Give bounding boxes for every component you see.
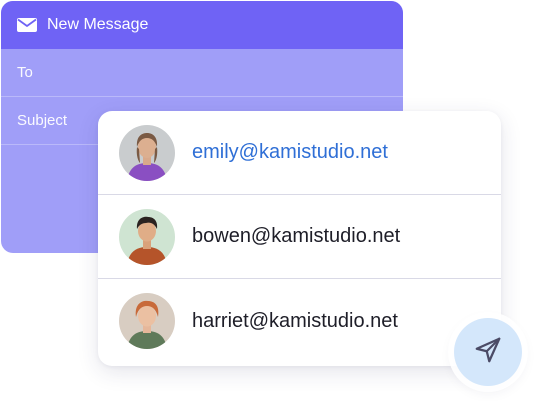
compose-header: New Message (1, 1, 403, 49)
to-label: To (17, 64, 33, 81)
contact-suggestions: emily@kamistudio.net bowen@kamistudio.ne… (98, 111, 501, 366)
subject-label: Subject (17, 112, 68, 129)
contact-item-emily[interactable]: emily@kamistudio.net (98, 111, 501, 195)
compose-title: New Message (47, 16, 149, 33)
contact-email: emily@kamistudio.net (192, 141, 388, 163)
contact-email: bowen@kamistudio.net (192, 225, 401, 247)
send-button[interactable] (454, 318, 522, 386)
send-icon (473, 335, 503, 370)
avatar (119, 293, 175, 349)
contact-email: harriet@kamistudio.net (192, 309, 398, 332)
contact-item-harriet[interactable]: harriet@kamistudio.net (98, 279, 501, 363)
avatar (119, 208, 175, 265)
avatar (119, 124, 175, 181)
contact-item-bowen[interactable]: bowen@kamistudio.net (98, 195, 501, 279)
to-field[interactable]: To (1, 49, 403, 97)
envelope-icon (17, 18, 37, 32)
